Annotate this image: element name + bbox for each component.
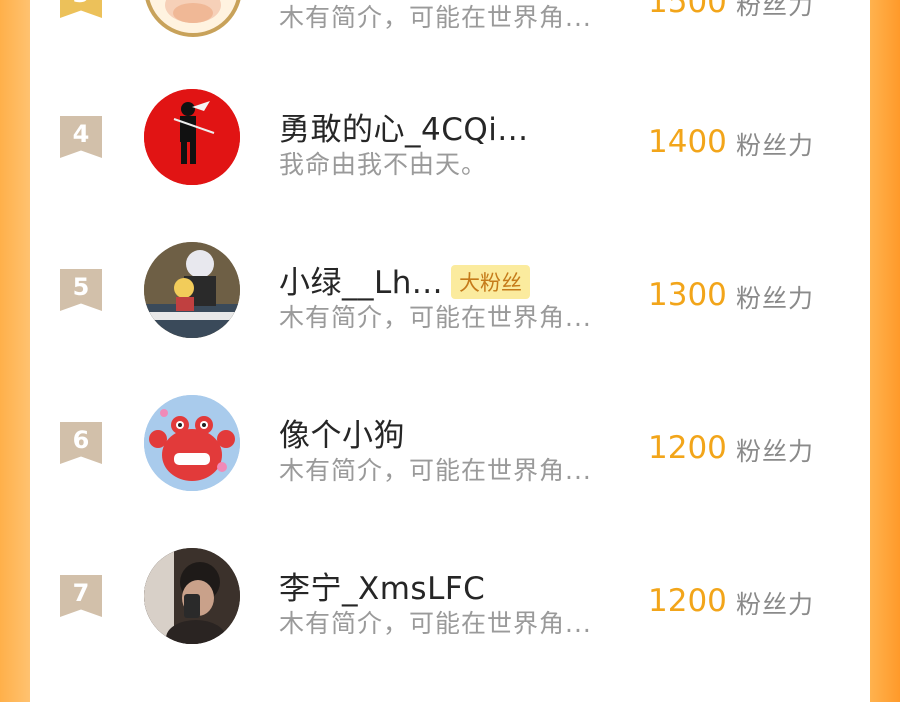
avatar[interactable] [144, 242, 240, 338]
fan-score: 1400 [648, 124, 727, 160]
rank-badge: 5 [60, 269, 102, 311]
user-bio: 木有简介，可能在世界角... [279, 3, 592, 32]
user-name[interactable]: 像个小狗 [279, 410, 405, 455]
rank-badge: 6 [60, 422, 102, 464]
list-item[interactable]: 4 勇敢的心_4CQi... 我命由我不由天。 1400 粉丝力 [30, 62, 870, 212]
fan-score: 1200 [648, 583, 727, 619]
fan-score-unit: 粉丝力 [736, 0, 815, 20]
user-name-text: 小绿__Lh... [279, 265, 443, 301]
rank-badge: 4 [60, 116, 102, 158]
fan-score: 1500 [648, 0, 727, 20]
user-bio: 木有简介，可能在世界角... [279, 303, 592, 332]
fan-score-unit: 粉丝力 [736, 131, 815, 160]
list-item[interactable]: 3 木有简介，可能在世界角... 1500 粉丝力 [30, 0, 870, 62]
user-bio: 我命由我不由天。 [279, 150, 488, 179]
user-name[interactable]: 李宁_XmsLFC [279, 563, 485, 608]
user-bio: 木有简介，可能在世界角... [279, 609, 592, 638]
fan-score: 1300 [648, 277, 727, 313]
fan-score: 1200 [648, 430, 727, 466]
avatar[interactable] [144, 395, 240, 491]
list-item[interactable]: 7 李宁_XmsLFC 木有简介，可能在世界角... 1200 粉丝力 [30, 521, 870, 671]
fan-score-unit: 粉丝力 [736, 437, 815, 466]
fan-score-unit: 粉丝力 [736, 590, 815, 619]
rank-badge: 3 [60, 0, 102, 18]
user-name[interactable]: 勇敢的心_4CQi... [279, 104, 528, 149]
rank-badge: 7 [60, 575, 102, 617]
fan-score-unit: 粉丝力 [736, 284, 815, 313]
background-right-edge [870, 0, 900, 702]
list-item[interactable]: 5 小绿__Lh... 大粉丝 木有简介，可能在世界角... 1300 粉丝力 [30, 215, 870, 365]
user-name[interactable]: 小绿__Lh... 大粉丝 [279, 257, 530, 302]
user-bio: 木有简介，可能在世界角... [279, 456, 592, 485]
avatar[interactable] [144, 0, 242, 37]
avatar[interactable] [144, 89, 240, 185]
background-left-edge [0, 0, 30, 702]
avatar[interactable] [144, 548, 240, 644]
fan-ranking-list: 3 木有简介，可能在世界角... 1500 粉丝力 4 勇敢的心_4CQ [30, 0, 870, 702]
list-item[interactable]: 6 像个小狗 木有简介，可能在世界角... 1200 粉丝力 [30, 368, 870, 518]
status-badge: 大粉丝 [450, 264, 530, 299]
